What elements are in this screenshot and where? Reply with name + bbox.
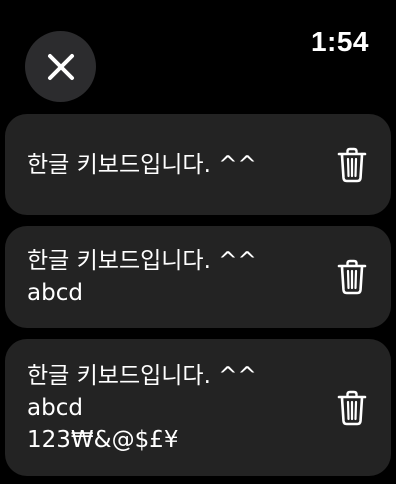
delete-button[interactable] [335, 390, 369, 426]
list-item[interactable]: 한글 키보드입니다. ^^ abcd [5, 226, 391, 328]
trash-icon [337, 147, 367, 182]
delete-button[interactable] [335, 259, 369, 295]
list-item[interactable]: 한글 키보드입니다. ^^ abcd 123₩&@$£¥ [5, 339, 391, 476]
close-icon [47, 53, 74, 80]
trash-icon [337, 390, 367, 425]
delete-button[interactable] [335, 147, 369, 183]
list-item-text: 한글 키보드입니다. ^^ [27, 151, 257, 178]
list-item-text: 한글 키보드입니다. ^^ abcd 123₩&@$£¥ [27, 362, 257, 453]
close-button[interactable] [25, 31, 96, 102]
status-time: 1:54 [310, 26, 369, 57]
screen: 1:54 한글 키보드입니다. ^^ 한글 키보드입니다. ^^ abcd 한글… [0, 0, 396, 484]
saved-text-list: 한글 키보드입니다. ^^ 한글 키보드입니다. ^^ abcd 한글 키보드입… [5, 114, 391, 476]
trash-icon [337, 259, 367, 295]
list-item[interactable]: 한글 키보드입니다. ^^ [5, 114, 391, 215]
list-item-text: 한글 키보드입니다. ^^ abcd [27, 248, 257, 306]
